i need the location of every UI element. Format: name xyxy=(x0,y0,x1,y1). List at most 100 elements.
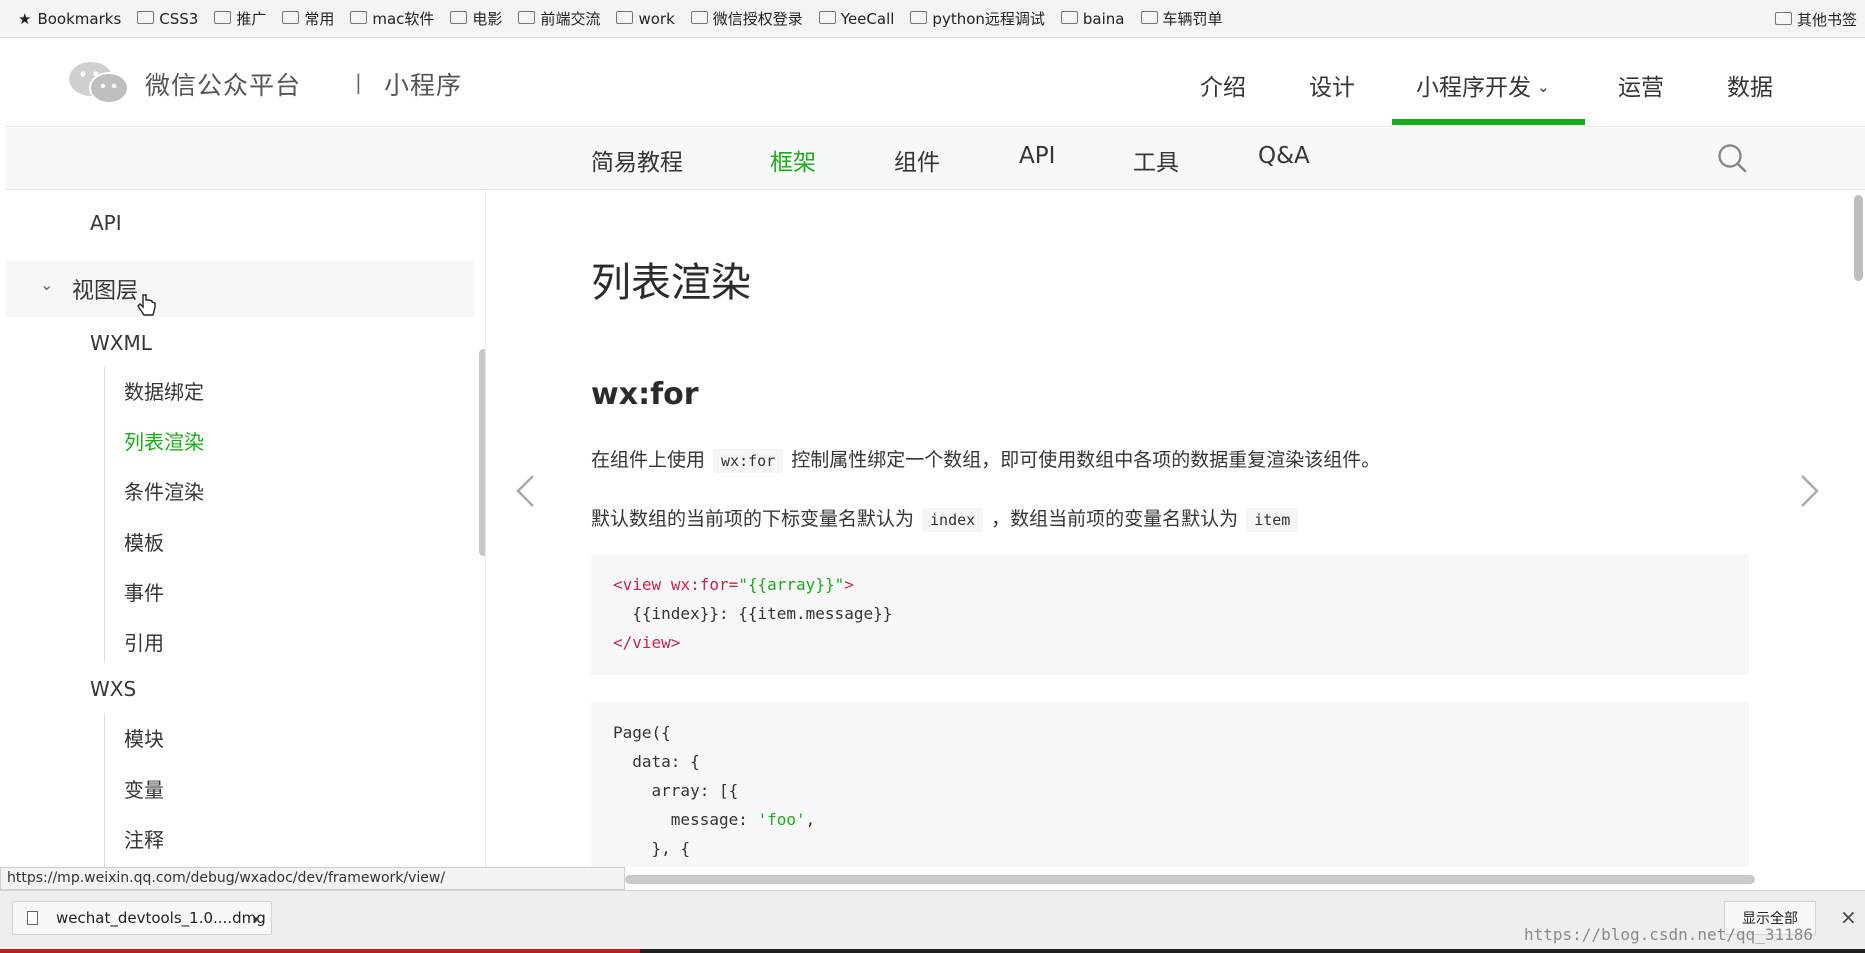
sidebar-item-wxs[interactable]: WXS xyxy=(90,677,136,701)
bookmark-label: 推广 xyxy=(236,10,267,28)
bookmark-label: 微信授权登录 xyxy=(712,10,803,28)
brand-title[interactable]: 微信公众平台 xyxy=(145,66,301,102)
bookmark-folder[interactable]: 常用 xyxy=(282,8,334,29)
bookmark-label: 车辆罚单 xyxy=(1162,10,1223,28)
tab-api[interactable]: API xyxy=(1019,143,1055,169)
folder-icon xyxy=(1774,11,1792,25)
bookmark-folder[interactable]: 推广 xyxy=(214,8,266,29)
sidebar-item-reference[interactable]: 引用 xyxy=(124,627,164,656)
bookmark-bookmarks[interactable]: ★ Bookmarks xyxy=(18,10,121,28)
section-heading: wx:for xyxy=(591,377,699,412)
doc-content: 列表渲染 wx:for 在组件上使用 wx:for 控制属性绑定一个数组，即可使用数… xyxy=(487,191,1865,867)
sub-navigation: 简易教程 框架 组件 API 工具 Q&A xyxy=(6,128,1865,190)
sidebar-scrollbar[interactable] xyxy=(479,349,485,556)
code-line: {{index}}: {{item.message}} xyxy=(613,604,893,623)
other-bookmarks-label: 其他书签 xyxy=(1796,10,1857,29)
code-line: array: [{ xyxy=(613,781,739,800)
sidebar-item-wxml[interactable]: WXML xyxy=(90,331,152,355)
progress-edge xyxy=(0,949,640,953)
chevron-right-icon[interactable] xyxy=(1798,473,1822,509)
content-scrollbar[interactable] xyxy=(1854,195,1863,281)
nav-data[interactable]: 数据 xyxy=(1727,68,1773,102)
paragraph-text: 在组件上使用 xyxy=(591,449,706,471)
brand-product[interactable]: 小程序 xyxy=(384,66,462,102)
bookmark-label: Bookmarks xyxy=(37,9,122,28)
bookmark-label: 常用 xyxy=(304,10,335,28)
bookmark-folder[interactable]: CSS3 xyxy=(137,10,198,28)
paragraph-text: 默认数组的当前项的下标变量名默认为 xyxy=(591,508,915,530)
folder-icon xyxy=(282,11,300,24)
bookmark-folder[interactable]: 前端交流 xyxy=(518,8,600,29)
doc-sidebar: API ⌄ 视图层 WXML 数据绑定 列表渲染 条件渲染 模板 事件 引用 W… xyxy=(6,191,486,867)
code-line: data: { xyxy=(613,752,700,771)
site-header: 微信公众平台 | 小程序 介绍 设计 小程序开发 ⌄ 运营 数据 xyxy=(6,39,1865,127)
sidebar-item-template[interactable]: 模板 xyxy=(124,527,164,556)
sidebar-item-variable[interactable]: 变量 xyxy=(124,774,164,803)
chevron-down-icon: ⌄ xyxy=(1537,78,1550,96)
chevron-down-icon[interactable]: ⌄ xyxy=(40,275,53,294)
tab-tutorial[interactable]: 简易教程 xyxy=(591,143,683,177)
sidebar-item-events[interactable]: 事件 xyxy=(124,577,164,606)
download-item[interactable]: wechat_devtools_1.0....dmg ▾ xyxy=(12,901,272,935)
close-icon[interactable]: × xyxy=(1840,905,1857,929)
file-icon xyxy=(27,911,38,925)
bookmark-folder[interactable]: python远程调试 xyxy=(910,8,1045,29)
bookmarks-bar: ★ Bookmarks CSS3 推广 常用 mac软件 电影 前端交流 wor… xyxy=(0,0,1865,38)
code-string: 'foo' xyxy=(757,810,806,829)
bookmark-label: python远程调试 xyxy=(932,10,1045,28)
bookmark-folder[interactable]: mac软件 xyxy=(350,8,434,29)
folder-icon xyxy=(350,11,368,24)
bookmark-label: baina xyxy=(1082,9,1125,28)
horizontal-scrollbar[interactable] xyxy=(625,875,1755,884)
folder-icon xyxy=(518,11,536,24)
folder-icon xyxy=(214,11,232,24)
tab-tools[interactable]: 工具 xyxy=(1133,143,1179,177)
download-filename: wechat_devtools_1.0....dmg xyxy=(56,909,266,927)
inline-code: item xyxy=(1246,508,1299,532)
sidebar-item-list-rendering[interactable]: 列表渲染 xyxy=(124,426,204,455)
bookmark-folder[interactable]: work xyxy=(616,10,675,28)
code-attr: wx:for= xyxy=(670,575,739,594)
folder-icon xyxy=(616,11,634,24)
folder-icon xyxy=(1060,11,1078,24)
bookmark-folder[interactable]: 车辆罚单 xyxy=(1140,8,1223,29)
sidebar-item-view-layer[interactable]: 视图层 xyxy=(72,273,138,305)
nav-mini-program-dev-label: 小程序开发 xyxy=(1416,75,1531,101)
other-bookmarks[interactable]: 其他书签 xyxy=(1774,0,1857,38)
hand-cursor-icon xyxy=(137,294,156,316)
sidebar-item-module[interactable]: 模块 xyxy=(124,723,164,752)
paragraph-wxfor-intro: 在组件上使用 wx:for 控制属性绑定一个数组，即可使用数组中各项的数据重复渲染该… xyxy=(591,445,1380,473)
nav-mini-program-dev[interactable]: 小程序开发 ⌄ xyxy=(1416,68,1550,102)
chevron-left-icon[interactable] xyxy=(513,473,537,509)
folder-icon xyxy=(137,11,155,24)
wechat-logo-icon[interactable] xyxy=(67,60,131,104)
nav-design[interactable]: 设计 xyxy=(1309,68,1355,102)
sidebar-item-conditional-rendering[interactable]: 条件渲染 xyxy=(124,476,204,505)
bookmark-label: 电影 xyxy=(472,10,503,28)
tree-guide-line xyxy=(104,367,105,663)
nav-intro[interactable]: 介绍 xyxy=(1200,68,1246,102)
tab-components[interactable]: 组件 xyxy=(894,143,940,177)
bookmark-label: 前端交流 xyxy=(540,10,601,28)
code-string: "{{array}}" xyxy=(738,575,845,594)
tab-framework[interactable]: 框架 xyxy=(770,143,816,177)
bookmark-label: mac软件 xyxy=(372,10,435,28)
code-line: Page({ xyxy=(613,723,671,742)
inline-code: index xyxy=(922,508,984,532)
bookmark-folder[interactable]: baina xyxy=(1060,9,1125,28)
bookmark-folder[interactable]: 微信授权登录 xyxy=(690,8,803,29)
bookmark-folder[interactable]: YeeCall xyxy=(818,10,894,28)
sidebar-item-api[interactable]: API xyxy=(90,211,122,235)
brand-separator: | xyxy=(355,70,362,94)
paragraph-text: ，数组当前项的变量名默认为 xyxy=(991,508,1239,530)
caret-down-icon[interactable]: ▾ xyxy=(253,902,259,936)
nav-operations[interactable]: 运营 xyxy=(1618,68,1664,102)
tab-qa[interactable]: Q&A xyxy=(1258,143,1310,169)
search-icon[interactable] xyxy=(1716,142,1748,174)
folder-icon xyxy=(690,11,708,24)
code-line: , xyxy=(805,810,816,829)
sidebar-item-data-binding[interactable]: 数据绑定 xyxy=(124,376,204,405)
code-block-js: Page({ data: { array: [{ message: 'foo',… xyxy=(591,702,1749,867)
bookmark-folder[interactable]: 电影 xyxy=(450,8,502,29)
sidebar-item-comment[interactable]: 注释 xyxy=(124,824,164,853)
